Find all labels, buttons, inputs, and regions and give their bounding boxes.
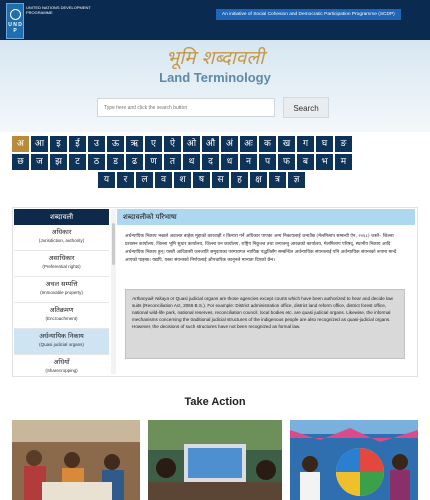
letter-button[interactable]: श — [174, 172, 191, 188]
letter-button[interactable]: ट — [69, 154, 86, 170]
globe-icon — [9, 8, 21, 20]
photo-2-art — [148, 420, 282, 500]
letter-button[interactable]: र — [117, 172, 134, 188]
term-nepali: अधिकार — [51, 228, 72, 236]
alphabet-row: अ आ इ ई उ ऊ ऋ ए ऐ ओ औ अं अः क ख ग घ ङ — [12, 136, 418, 152]
term-nepali: अधियाँ — [53, 358, 70, 366]
letter-button[interactable]: ई — [69, 136, 86, 152]
letter-button[interactable]: त — [164, 154, 181, 170]
letter-button[interactable]: ढ — [126, 154, 143, 170]
search-input[interactable] — [97, 98, 275, 117]
terms-sidebar: शब्दावली अधिकार (Jurisdiction, authority)… — [14, 209, 109, 374]
letter-button[interactable]: द — [202, 154, 219, 170]
letter-button[interactable]: अं — [221, 136, 238, 152]
letter-button[interactable]: ष — [193, 172, 210, 188]
letter-button[interactable]: अः — [240, 136, 257, 152]
letter-button[interactable]: ड — [107, 154, 124, 170]
term-list: अधिकार (Jurisdiction, authority) असाधिकार (… — [14, 225, 109, 374]
letter-button[interactable]: भ — [316, 154, 333, 170]
letter-button[interactable]: औ — [202, 136, 219, 152]
letter-button[interactable]: ऊ — [107, 136, 124, 152]
letter-button[interactable]: प — [259, 154, 276, 170]
letter-button[interactable]: घ — [316, 136, 333, 152]
letter-button[interactable]: ओ — [183, 136, 200, 152]
letter-button[interactable]: ज — [31, 154, 48, 170]
letter-button[interactable]: म — [335, 154, 352, 170]
letter-button[interactable]: थ — [183, 154, 200, 170]
letter-button[interactable]: न — [240, 154, 257, 170]
term-item[interactable]: अधियाँ (Sharecropping) — [14, 355, 109, 374]
alphabet-row: य र ल व श ष स ह क्ष त्र ज्ञ — [12, 172, 418, 188]
term-english: (Jurisdiction, authority) — [38, 238, 85, 243]
definition-panel: शब्दावलीको परिभाषा अर्धन्यायिक निकाय भन्… — [117, 209, 415, 374]
glossary-panel: शब्दावली अधिकार (Jurisdiction, authority)… — [12, 207, 418, 377]
letter-button[interactable]: ङ — [335, 136, 352, 152]
letter-button[interactable]: अ — [12, 136, 29, 152]
letter-button[interactable]: झ — [50, 154, 67, 170]
term-item[interactable]: अचल सम्पत्ति (Immovable property) — [14, 277, 109, 303]
term-english: (Sharecropping) — [45, 368, 78, 373]
letter-button[interactable]: ए — [145, 136, 162, 152]
definition-english: Arthanyaik Nikaya or Quasi judicial orga… — [125, 289, 405, 359]
scrollbar-thumb[interactable] — [112, 223, 115, 265]
term-english: (Encroachment) — [45, 316, 78, 321]
term-item[interactable]: अतिक्रमण (Encroachment) — [14, 303, 109, 329]
letter-button[interactable]: ब — [297, 154, 314, 170]
sidebar-title: शब्दावली — [14, 209, 109, 225]
org-name: UNITED NATIONS DEVELOPMENT PROGRAMME — [26, 5, 91, 15]
letter-button[interactable]: आ — [31, 136, 48, 152]
letter-button[interactable]: ह — [231, 172, 248, 188]
term-item[interactable]: अधिकार (Jurisdiction, authority) — [14, 225, 109, 251]
logo-letters: U N D P — [8, 21, 22, 34]
letter-button[interactable]: ज्ञ — [288, 172, 305, 188]
definition-english-body: or Quasi judicial organs are those agenc… — [132, 296, 393, 329]
term-nepali: असाधिकार — [48, 254, 75, 262]
letter-button[interactable]: छ — [12, 154, 29, 170]
term-english: (Quasi judicial organs) — [39, 342, 84, 347]
letter-button[interactable]: य — [98, 172, 115, 188]
term-nepali: अचल सम्पत्ति — [45, 280, 78, 288]
letter-button[interactable]: ध — [221, 154, 238, 170]
term-item[interactable]: अर्धन्यायिक निकाय (Quasi judicial organs) — [14, 329, 109, 355]
term-english: (Immovable property) — [40, 290, 83, 295]
definition-nepali: अर्धन्यायिक निकाय भन्नाले अदालत बाहेक मु… — [125, 234, 397, 263]
letter-button[interactable]: स — [212, 172, 229, 188]
alphabet-index: अ आ इ ई उ ऊ ऋ ए ऐ ओ औ अं अः क ख ग घ ङ छजझटठडढणतथदधनपफबभम … — [12, 136, 418, 190]
term-nepali: अर्धन्यायिक निकाय — [39, 332, 84, 340]
search-button[interactable]: Search — [283, 97, 329, 118]
action-photo-2[interactable] — [148, 420, 282, 500]
term-nepali: अतिक्रमण — [49, 306, 74, 314]
letter-button[interactable]: ठ — [88, 154, 105, 170]
letter-button[interactable]: ग — [297, 136, 314, 152]
letter-button[interactable]: क्ष — [250, 172, 267, 188]
letter-button[interactable]: ख — [278, 136, 295, 152]
letter-button[interactable]: व — [155, 172, 172, 188]
letter-button[interactable]: ऋ — [126, 136, 143, 152]
letter-button[interactable]: इ — [50, 136, 67, 152]
top-header-bar: U N D P UNITED NATIONS DEVELOPMENT PROGR… — [0, 0, 430, 40]
letter-button[interactable]: क — [259, 136, 276, 152]
letter-button[interactable]: त्र — [269, 172, 286, 188]
alphabet-row: छजझटठडढणतथदधनपफबभम — [12, 154, 418, 170]
letter-button[interactable]: ऐ — [164, 136, 181, 152]
hero-title-english: Land Terminology — [159, 70, 271, 85]
letter-button[interactable]: उ — [88, 136, 105, 152]
undp-logo[interactable]: U N D P — [6, 3, 24, 39]
program-banner[interactable]: An initiative of Social Cohesion and Dem… — [216, 9, 401, 20]
take-action-heading: Take Action — [184, 396, 246, 408]
letter-button[interactable]: फ — [278, 154, 295, 170]
hero-title-nepali: भूमि शब्दावली — [165, 47, 265, 69]
term-english: (Preferential rights) — [42, 264, 81, 269]
letter-button[interactable]: ल — [136, 172, 153, 188]
action-photo-3[interactable] — [290, 420, 418, 500]
sidebar-scrollbar[interactable] — [111, 209, 116, 374]
letter-button[interactable]: ण — [145, 154, 162, 170]
action-photo-1[interactable] — [12, 420, 140, 500]
definition-english-term: Arthanyaik Nikaya — [132, 296, 170, 301]
photo-1-art — [12, 420, 140, 500]
photo-3-art — [290, 420, 418, 500]
term-item[interactable]: असाधिकार (Preferential rights) — [14, 251, 109, 277]
definition-title: शब्दावलीको परिभाषा — [117, 209, 415, 225]
